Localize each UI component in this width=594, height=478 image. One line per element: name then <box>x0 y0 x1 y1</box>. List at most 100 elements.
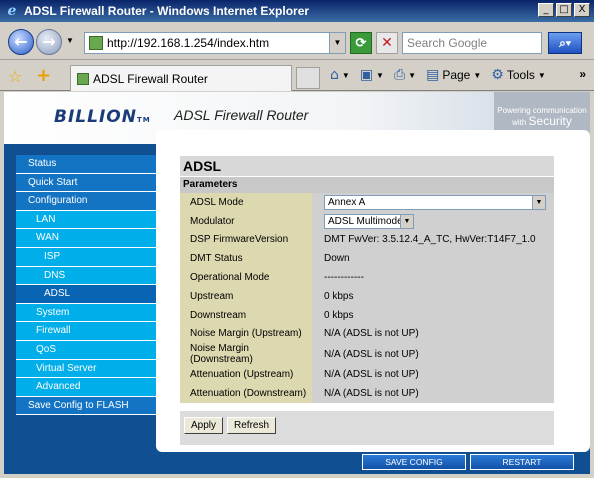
save-config-button[interactable]: SAVE CONFIG <box>362 454 466 470</box>
row-value: DMT FwVer: 3.5.12.4_A_TC, HwVer:T14F7_1.… <box>312 230 554 250</box>
favorites-star-icon[interactable]: ☆ <box>8 67 22 86</box>
table-row: DMT Status Down <box>180 249 554 269</box>
more-commands-icon[interactable]: » <box>579 67 586 81</box>
window-title-bar: e ADSL Firewall Router - Windows Interne… <box>0 0 594 22</box>
refresh-icon[interactable]: ⟳ <box>350 32 372 54</box>
row-label: DMT Status <box>180 249 312 269</box>
sidebar-item-configuration[interactable]: Configuration <box>16 192 156 211</box>
tools-menu[interactable]: ⚙ Tools ▼ <box>491 67 546 83</box>
action-bar: Apply Refresh <box>180 410 554 445</box>
address-bar[interactable]: http://192.168.1.254/index.htm ▼ <box>84 32 346 54</box>
panel-subtitle: Parameters <box>180 177 554 193</box>
chevron-down-icon: ▼ <box>400 214 413 228</box>
tab-page-icon <box>77 72 89 85</box>
row-value: Down <box>312 249 554 269</box>
billion-logo: BILLIONTM <box>54 107 151 127</box>
refresh-button[interactable]: Refresh <box>227 416 277 434</box>
print-button[interactable]: ⎙ ▼ <box>394 67 416 83</box>
row-label: Noise Margin (Downstream) <box>180 343 312 366</box>
row-label: Noise Margin (Upstream) <box>180 324 312 344</box>
params-table: ADSL Mode Annex A ▼ Modulator ADSL Multim… <box>180 193 554 403</box>
row-label: Upstream <box>180 286 312 306</box>
history-dropdown-icon[interactable]: ▼ <box>66 36 74 45</box>
page-content: BILLIONTM ADSL Firewall Router Powering … <box>4 92 590 474</box>
panel-title: ADSL <box>180 156 554 176</box>
sidebar-item-virtual-server[interactable]: Virtual Server <box>16 359 156 379</box>
minimize-button[interactable]: _ <box>538 3 554 17</box>
row-label: Downstream <box>180 305 312 325</box>
close-button[interactable]: X <box>574 3 590 17</box>
home-icon: ⌂ <box>330 67 339 83</box>
row-value: N/A (ADSL is not UP) <box>312 324 554 344</box>
page-menu[interactable]: ▤ Page ▼ <box>426 67 481 83</box>
search-icon[interactable]: ⌕▾ <box>548 32 582 54</box>
sidebar-item-wan[interactable]: WAN <box>16 229 156 248</box>
table-row: Modulator ADSL Multimode ▼ <box>180 211 554 231</box>
tab-adsl-firewall-router[interactable]: ADSL Firewall Router <box>70 65 292 91</box>
window-title: ADSL Firewall Router - Windows Internet … <box>24 4 310 18</box>
row-label: DSP FirmwareVersion <box>180 230 312 250</box>
address-dropdown-icon[interactable]: ▼ <box>329 33 345 53</box>
table-row: Noise Margin (Downstream) N/A (ADSL is no… <box>180 343 554 366</box>
back-icon[interactable]: ← <box>8 29 34 55</box>
modulator-select[interactable]: ADSL Multimode ▼ <box>324 213 414 229</box>
apply-button[interactable]: Apply <box>184 416 224 434</box>
stop-icon[interactable]: ✕ <box>376 32 398 54</box>
search-input[interactable]: Search Google <box>402 32 542 54</box>
sidebar-item-qos[interactable]: QoS <box>16 340 156 360</box>
chevron-down-icon: ▼ <box>532 195 545 209</box>
sidebar-item-dns[interactable]: DNS <box>16 266 156 286</box>
row-label: Modulator <box>180 211 312 231</box>
table-row: Noise Margin (Upstream) N/A (ADSL is not … <box>180 324 554 344</box>
home-button[interactable]: ⌂ ▼ <box>330 67 350 83</box>
table-row: ADSL Mode Annex A ▼ <box>180 193 554 212</box>
forward-icon[interactable]: → <box>36 29 62 55</box>
table-row: DSP FirmwareVersion DMT FwVer: 3.5.12.4_A… <box>180 230 554 250</box>
sidebar-nav: Status Quick Start Configuration LAN WAN… <box>16 155 156 416</box>
tab-toolbar: ☆ + ADSL Firewall Router ⌂ ▼ ▣ ▼ ⎙ ▼ ▤ Page ▼… <box>0 61 594 91</box>
row-value: N/A (ADSL is not UP) <box>312 384 554 403</box>
row-value: 0 kbps <box>312 305 554 325</box>
address-toolbar: ← → ▼ http://192.168.1.254/index.htm ▼ ⟳… <box>0 22 594 60</box>
rss-icon: ▣ <box>359 67 374 83</box>
sidebar-item-quick-start[interactable]: Quick Start <box>16 173 156 193</box>
tab-label: ADSL Firewall Router <box>93 71 208 86</box>
table-row: Downstream 0 kbps <box>180 305 554 325</box>
row-value: N/A (ADSL is not UP) <box>312 343 554 366</box>
row-value: ------------ <box>312 268 554 287</box>
maximize-button[interactable]: □ <box>556 3 572 17</box>
adsl-mode-select[interactable]: Annex A ▼ <box>324 194 546 210</box>
url-text[interactable]: http://192.168.1.254/index.htm <box>107 36 269 50</box>
sidebar-item-save-config[interactable]: Save Config to FLASH <box>16 396 156 416</box>
row-value: N/A (ADSL is not UP) <box>312 365 554 385</box>
sidebar-item-system[interactable]: System <box>16 303 156 323</box>
command-bar: ⌂ ▼ ▣ ▼ ⎙ ▼ ▤ Page ▼ ⚙ Tools ▼ <box>330 67 546 83</box>
new-tab-button[interactable] <box>296 67 320 89</box>
ie-icon: e <box>7 3 17 19</box>
page-menu-icon: ▤ <box>426 67 440 83</box>
restart-button[interactable]: RESTART <box>470 454 574 470</box>
adsl-panel: ADSL Parameters ADSL Mode Annex A ▼ Modul… <box>180 156 554 445</box>
row-label: ADSL Mode <box>180 193 312 212</box>
feeds-button[interactable]: ▣ ▼ <box>360 67 384 83</box>
gear-icon: ⚙ <box>491 67 504 83</box>
table-row: Operational Mode ------------ <box>180 268 554 287</box>
sidebar-item-advanced[interactable]: Advanced <box>16 378 156 397</box>
table-row: Attenuation (Upstream) N/A (ADSL is not U… <box>180 365 554 385</box>
row-label: Attenuation (Upstream) <box>180 365 312 385</box>
router-title: ADSL Firewall Router <box>174 107 309 123</box>
row-value: 0 kbps <box>312 286 554 306</box>
table-row: Upstream 0 kbps <box>180 286 554 306</box>
page-icon <box>89 36 103 50</box>
row-label: Operational Mode <box>180 268 312 287</box>
sidebar-item-isp[interactable]: ISP <box>16 247 156 267</box>
sidebar-item-lan[interactable]: LAN <box>16 210 156 230</box>
sidebar-item-status[interactable]: Status <box>16 155 156 174</box>
sidebar-item-firewall[interactable]: Firewall <box>16 322 156 341</box>
row-label: Attenuation (Downstream) <box>180 384 312 403</box>
add-favorites-icon[interactable]: + <box>36 65 51 86</box>
print-icon: ⎙ <box>393 67 406 83</box>
sidebar-item-adsl[interactable]: ADSL <box>16 285 156 304</box>
window-controls: _ □ X <box>538 3 590 17</box>
table-row: Attenuation (Downstream) N/A (ADSL is not… <box>180 384 554 403</box>
